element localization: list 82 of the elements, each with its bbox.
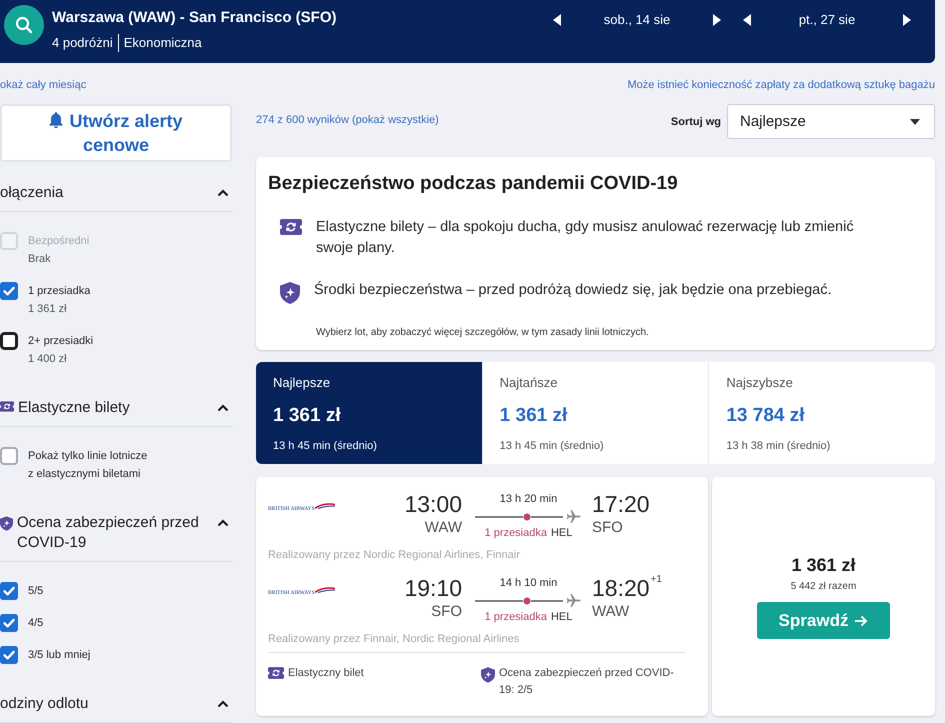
option-price: Brak [28,252,52,267]
stopover-airport: HEL [550,610,572,624]
airport-code: SFO [592,518,624,538]
search-icon[interactable] [4,5,44,45]
arrival-time: 18:20 [592,574,650,602]
arrival-time: 17:20 [592,490,650,518]
caret-right-icon[interactable] [903,14,911,26]
operated-by-text: Realizowany przez Finnair, Nordic Regional Airlines [268,632,520,646]
feature-text: Ocena zabezpieczeń przed COVID-19: 2/5 [499,666,675,698]
checkbox[interactable] [0,646,18,664]
stops-text: 1 przesiadka [484,526,547,540]
chevron-up-icon[interactable] [217,189,229,197]
airport-code: WAW [424,518,462,538]
card-title: Bezpieczeństwo podczas pandemii COVID-19 [268,172,679,196]
option-label: 3/5 lub mniej [28,648,90,663]
flight-duration: 13 h 20 min [498,492,558,506]
caret-down-icon [910,118,920,124]
feature-text: Elastyczny bilet [288,666,364,681]
caret-left-icon[interactable] [553,14,561,26]
chevron-up-icon[interactable] [217,700,229,708]
departure-time: 19:10 [403,574,462,602]
price-alert-button[interactable]: Utwórz alerty cenowe [0,104,232,162]
checkbox[interactable] [0,282,18,300]
results-count-link[interactable]: 274 z 600 wyników (pokaż wszystkie) [256,113,439,127]
swoosh-icon [314,587,335,593]
shield-icon [280,282,300,304]
shield-icon [0,516,13,531]
plane-icon [566,594,581,607]
airport-code: WAW [592,602,630,622]
cabin-class[interactable]: Ekonomiczna [118,34,202,52]
option-label: 2+ przesiadki [28,334,94,349]
filter-heading: ołączenia [0,183,64,203]
checkbox[interactable] [0,614,18,632]
option-price: 1 400 zł [28,352,68,367]
option-label: Pokaż tylko linie lotnicze z elastycznymi biletami [28,449,148,482]
departure-time: 13:00 [403,490,462,518]
bell-icon [49,112,64,128]
info-text: Środki bezpieczeństwa – przed podróżą dowiedz się, jak będzie ona przebiegać. [314,280,832,300]
caret-left-icon[interactable] [743,14,751,26]
option-price: 1 361 zł [28,302,68,317]
travellers-text[interactable]: 4 podróżni [52,34,113,52]
checkbox[interactable] [0,332,18,350]
option-label: 1 przesiadka [28,284,90,299]
ticket-icon [280,219,302,235]
flight-duration: 14 h 10 min [498,576,558,590]
airport-code: SFO [430,602,462,622]
shield-icon [481,667,495,683]
ticket-icon [268,667,284,679]
chevron-up-icon[interactable] [217,404,229,412]
option-label: 5/5 [28,584,44,599]
operated-by-text: Realizowany przez Nordic Regional Airlines, Finnair [268,548,521,562]
sort-tab[interactable]: Najtańsze 1 361 zł 13 h 45 min (średnio) [482,362,708,464]
info-text: Elastyczne bilety – dla spokoju ducha, gdy musisz anulować rezerwację lub zmienić swoje plany. [316,218,855,258]
ticket-icon [0,401,14,412]
checkbox[interactable] [0,582,18,600]
option-label: 4/5 [28,616,44,631]
month-view-link[interactable]: okaż cały miesiąc [0,78,86,92]
price-text: 1 361 zł [791,554,856,576]
swoosh-icon [314,503,335,509]
date-label[interactable]: sob., 14 sie [561,11,713,29]
flight-card[interactable] [256,477,708,716]
option-label: Bezpośredni [28,234,90,249]
stops-text: 1 przesiadka [484,610,547,624]
filter-heading: Ocena zabezpieczeń przed COVID-19 [17,513,200,553]
baggage-fee-link[interactable]: Może istnieć konieczność zapłaty za dodatkową sztukę bagażu [627,78,935,92]
caret-right-icon[interactable] [713,14,721,26]
total-price-text: 5 442 zł razem [790,580,856,594]
checkbox[interactable] [0,447,18,465]
sort-tab[interactable]: Najlepsze 1 361 zł 13 h 45 min (średnio) [256,362,482,464]
filter-heading: Elastyczne bilety [18,398,131,418]
route-title[interactable]: Warszawa (WAW) - San Francisco (SFO) [52,8,553,28]
day-offset: +1 [650,574,662,586]
stopover-airport: HEL [550,526,572,540]
plane-icon [566,510,581,523]
arrow-right-icon [854,614,868,626]
chevron-up-icon[interactable] [217,519,229,527]
filter-heading: odziny odlotu [0,694,90,714]
sort-label: Sortuj wg [670,116,721,128]
sort-tab[interactable]: Najszybsze 13 784 zł 13 h 38 min (średnio) [708,362,935,464]
info-note: Wybierz lot, aby zobaczyć więcej szczegółów, w tym zasady linii lotniczych. [316,326,650,340]
sort-dropdown[interactable]: Najlepsze [727,104,935,139]
date-label[interactable]: pt., 27 sie [751,11,903,29]
